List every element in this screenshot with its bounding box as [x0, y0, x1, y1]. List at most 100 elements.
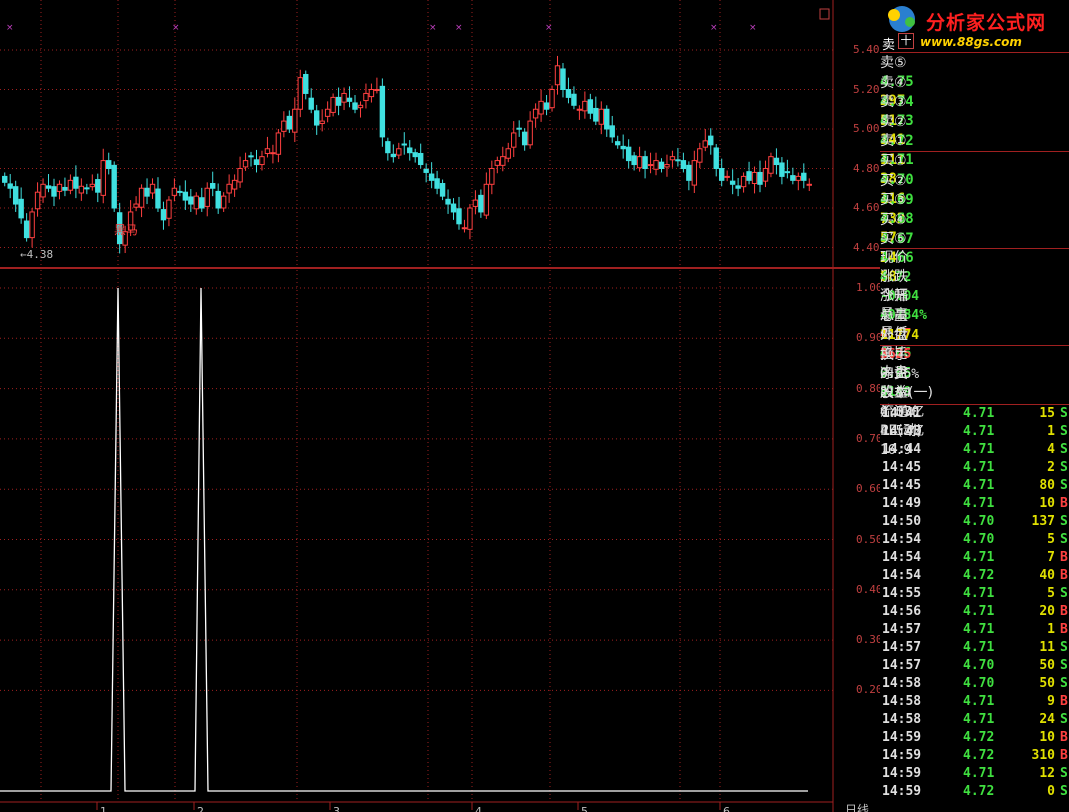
tick-time: 14:43 [882, 424, 922, 439]
candle-body [133, 203, 139, 208]
candle-body [204, 187, 210, 207]
candle-body [319, 120, 325, 124]
tick-price: 4.72 [963, 748, 995, 763]
cross-marker: × [710, 23, 718, 33]
candle-body [784, 171, 791, 174]
tick-time: 14:54 [882, 532, 922, 547]
tick-volume: 80 [1039, 478, 1055, 493]
candle-body [549, 89, 555, 109]
candle-body [215, 190, 221, 209]
candle-body [12, 186, 19, 205]
candle-body [647, 164, 654, 167]
candle-body [729, 180, 736, 185]
tick-side: S [1060, 784, 1068, 799]
candle-body [795, 175, 802, 181]
tick-volume: 310 [1031, 748, 1055, 763]
tick-time: 14:49 [882, 496, 922, 511]
candle-body [259, 156, 265, 166]
candle-body [478, 194, 484, 213]
tick-row: 14:59 4.71 12 S [880, 765, 1069, 784]
tick-row: 14:50 4.70 137 S [880, 513, 1069, 532]
candle-body [2, 175, 8, 183]
order-label: 卖① [880, 133, 907, 149]
candle-body [735, 185, 741, 189]
price-tick: 5.00 [853, 122, 880, 135]
candle-body [779, 162, 785, 177]
candle-body [521, 131, 528, 146]
tick-volume: 4 [1047, 442, 1055, 457]
plus-icon[interactable]: 十 [898, 33, 914, 49]
tick-price: 4.71 [963, 424, 995, 439]
x-label: 4 [475, 805, 482, 812]
candle-body [275, 132, 282, 155]
candle-body [155, 188, 161, 209]
candle-body [78, 185, 85, 194]
candle-body [308, 97, 314, 110]
order-label: 卖⑤ [880, 55, 907, 71]
tick-row: 14:43 4.71 1 S [880, 423, 1069, 442]
candle-body [494, 160, 501, 166]
tick-row: 14:45 4.71 2 S [880, 459, 1069, 478]
candle-body [609, 125, 615, 138]
candle-body [188, 196, 194, 205]
price-tick: 4.80 [853, 161, 880, 175]
candle-body [379, 85, 386, 138]
candle-body [636, 156, 643, 169]
tick-price: 4.71 [963, 478, 995, 493]
x-axis-labels: 1 2 3 4 5 6 [96, 802, 730, 812]
order-label: 买④ [880, 211, 907, 228]
tick-side: S [1060, 460, 1068, 475]
tick-price: 4.70 [963, 532, 995, 547]
candle-body [7, 183, 13, 189]
price-tick: 5.20 [853, 82, 880, 96]
logo-title: 分析家公式网 [926, 12, 1047, 34]
candle-body [407, 147, 413, 154]
candle-body [138, 187, 145, 208]
candle-body [242, 160, 249, 168]
candle-body [768, 156, 774, 174]
tick-price: 4.71 [963, 442, 995, 457]
tick-price: 4.71 [963, 586, 995, 601]
candlestick-chart[interactable]: × × × × × × × ←4.38 黑马 [0, 0, 880, 270]
tick-row: 14:58 4.71 9 B [880, 693, 1069, 712]
candle-body [264, 148, 271, 154]
tick-price: 4.72 [963, 784, 995, 799]
tick-price: 4.71 [963, 766, 995, 781]
x-label: 2 [197, 805, 204, 812]
candle-body [686, 164, 692, 181]
x-label: 5 [581, 805, 588, 812]
candle-body [642, 156, 648, 169]
indicator-chart[interactable]: 1 2 3 4 5 6 日线 [0, 270, 880, 812]
candle-body [675, 159, 681, 162]
candle-body [571, 93, 577, 106]
maximize-icon[interactable] [819, 8, 830, 20]
indicator-tick: 0.70 [856, 431, 883, 445]
indicator-tick: 0.80 [856, 381, 883, 395]
tick-side: B [1060, 568, 1068, 583]
candle-body [95, 179, 101, 193]
candle-body [538, 100, 544, 115]
tick-volume: 15 [1039, 406, 1055, 421]
candle-body [806, 183, 812, 186]
quote-panel: 分析家公式网 www.88gs.com 卖 十 卖⑤ 4.75 297 卖④ 4.74 5… [880, 0, 1069, 812]
candle-body [516, 127, 522, 130]
indicator-tick: 0.60 [856, 482, 883, 496]
x-label: 6 [723, 805, 730, 812]
tick-side: S [1060, 766, 1068, 781]
stat-row: 总量 11774 量比 0.65 [880, 307, 1069, 381]
tick-volume: 9 [1047, 694, 1055, 709]
candle-body [292, 108, 298, 133]
fundamental-row: 换手 0.26% 股本 4.53亿 [880, 346, 1069, 420]
tick-price: 4.71 [963, 604, 995, 619]
candle-body [100, 160, 106, 196]
tick-row: 14:45 4.71 80 S [880, 477, 1069, 496]
site-logo: 分析家公式网 www.88gs.com 卖 十 [880, 0, 1069, 53]
tick-side: S [1060, 514, 1068, 529]
tick-time: 14:58 [882, 712, 922, 727]
tick-volume: 10 [1039, 496, 1055, 511]
candle-body [434, 178, 440, 189]
candle-body [368, 89, 375, 98]
candle-body [177, 190, 183, 193]
tick-row: 14:57 4.71 1 B [880, 621, 1069, 640]
candle-body [625, 146, 632, 162]
